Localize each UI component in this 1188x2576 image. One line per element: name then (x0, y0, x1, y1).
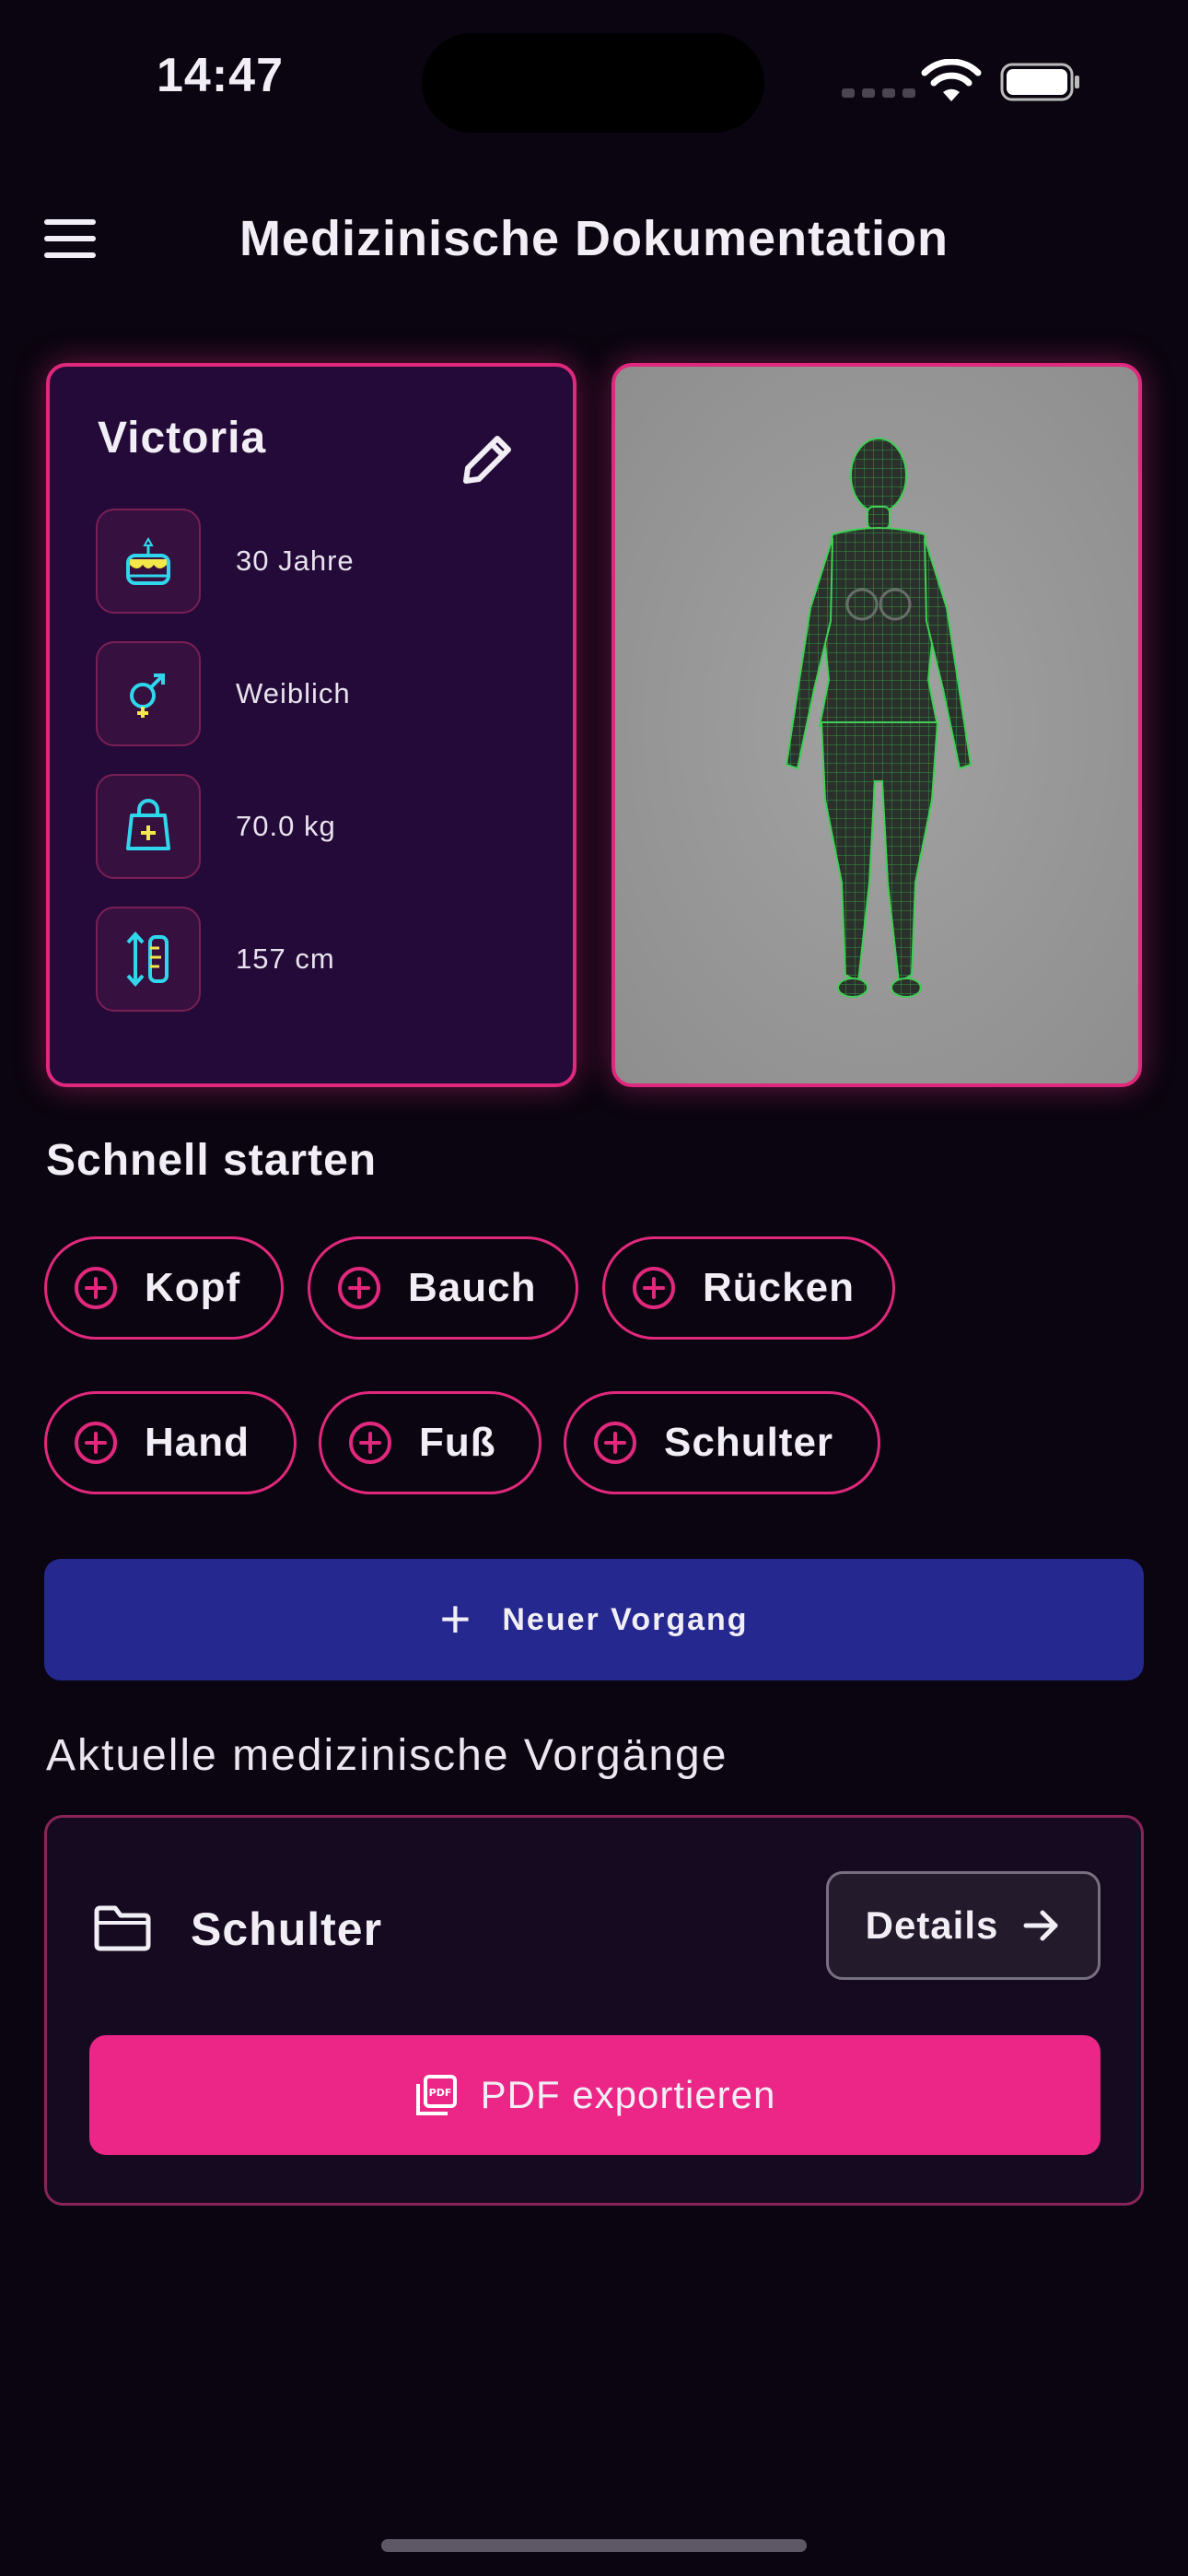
pdf-file-icon: PDF (415, 2075, 457, 2115)
current-processes-title: Aktuelle medizinische Vorgänge (46, 1731, 728, 1780)
chip-label: Rücken (703, 1265, 855, 1310)
height-ruler-icon (96, 907, 201, 1012)
weight-bag-icon (96, 774, 201, 879)
plus-circle-icon (349, 1422, 391, 1464)
app-screen: 14:47 Medizinische Dokumentation Victori… (0, 0, 1188, 2576)
body-3d-model-viewer[interactable] (611, 363, 1142, 1087)
patient-weight: 70.0 kg (236, 810, 336, 842)
age-row: 30 Jahre (96, 509, 355, 614)
battery-icon (1000, 63, 1079, 101)
patient-gender: Weiblich (236, 677, 351, 709)
details-label: Details (865, 1903, 999, 1947)
plus-circle-icon (594, 1422, 636, 1464)
chip-label: Bauch (408, 1265, 537, 1310)
birthday-cake-icon (96, 509, 201, 614)
quick-chip-fuss[interactable]: Fuß (319, 1391, 542, 1494)
chip-label: Hand (145, 1420, 250, 1465)
dynamic-island (422, 33, 764, 133)
new-process-label: Neuer Vorgang (502, 1601, 749, 1637)
edit-pencil-icon[interactable] (455, 426, 521, 492)
gender-symbol-icon (96, 641, 201, 746)
patient-height: 157 cm (236, 943, 335, 975)
plus-icon: + (439, 1589, 472, 1649)
plus-circle-icon (338, 1267, 380, 1309)
patient-name: Victoria (98, 414, 267, 463)
plus-circle-icon (75, 1267, 117, 1309)
quick-chip-ruecken[interactable]: Rücken (602, 1236, 895, 1340)
height-row: 157 cm (96, 907, 335, 1012)
svg-text:PDF: PDF (428, 2087, 451, 2099)
case-name: Schulter (191, 1903, 383, 1955)
page-title-text: Medizinische Dokumentation (239, 211, 949, 266)
quick-start-title: Schnell starten (46, 1136, 378, 1185)
wifi-icon (921, 59, 982, 101)
patient-age: 30 Jahre (236, 544, 355, 577)
plus-circle-icon (75, 1422, 117, 1464)
details-button[interactable]: Details (826, 1871, 1101, 1980)
weight-row: 70.0 kg (96, 774, 336, 879)
folder-icon (94, 1905, 151, 1951)
quick-chip-schulter[interactable]: Schulter (564, 1391, 880, 1494)
pdf-export-label: PDF exportieren (480, 2073, 776, 2116)
chip-label: Fuß (419, 1420, 496, 1465)
home-indicator[interactable] (381, 2539, 807, 2552)
body-mesh-figure (785, 438, 973, 998)
patient-profile-card: Victoria 30 Jahre Weiblich 70.0 kg 157 c… (46, 363, 577, 1087)
chip-label: Kopf (145, 1265, 241, 1310)
case-card: Schulter Details PDF PDF exportieren (44, 1815, 1144, 2206)
arrow-right-icon (1023, 1910, 1058, 1941)
chip-label: Schulter (664, 1420, 834, 1465)
pdf-export-button[interactable]: PDF PDF exportieren (89, 2035, 1101, 2155)
new-process-button[interactable]: + Neuer Vorgang (44, 1559, 1144, 1680)
quick-chip-bauch[interactable]: Bauch (308, 1236, 578, 1340)
cellular-signal-icon (842, 88, 915, 98)
plus-circle-icon (633, 1267, 675, 1309)
quick-chip-kopf[interactable]: Kopf (44, 1236, 284, 1340)
status-time: 14:47 (157, 49, 284, 102)
quick-chip-hand[interactable]: Hand (44, 1391, 297, 1494)
gender-row: Weiblich (96, 641, 351, 746)
page-title: Medizinische Dokumentation (0, 210, 1188, 267)
